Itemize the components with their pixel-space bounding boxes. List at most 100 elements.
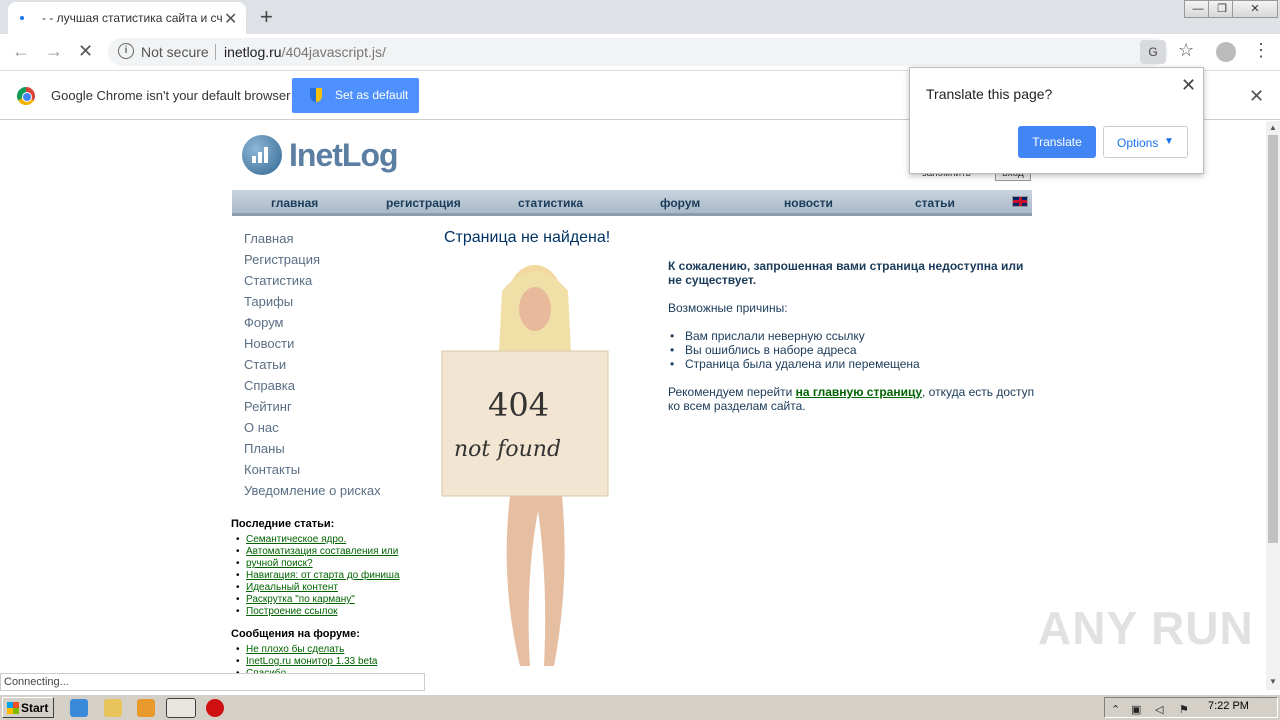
url-path: /404javascript.js/ [281, 44, 386, 60]
sidenav-news[interactable]: Новости [244, 336, 294, 351]
scroll-up-icon[interactable]: ▲ [1269, 123, 1277, 132]
taskbar-clock[interactable]: 7:22 PM [1208, 700, 1249, 712]
article-link[interactable]: Навигация: от старта до финиша [236, 570, 400, 582]
translate-close-icon[interactable]: ✕ [1181, 75, 1196, 96]
article-link[interactable]: Семантическое ядро. [236, 534, 400, 546]
topnav-articles[interactable]: статьи [915, 196, 955, 210]
chrome-taskbar-button[interactable] [166, 698, 196, 718]
close-window-button[interactable]: ✕ [1232, 0, 1278, 18]
address-bar[interactable]: i Not secure inetlog.ru/404javascript.js… [108, 38, 1168, 66]
set-default-label: Set as default [335, 88, 409, 102]
system-tray: ⌃ ▣ ◁ ⚑ [1104, 697, 1278, 718]
tab-close-icon[interactable]: ✕ [224, 9, 237, 29]
recommendation-text: Рекомендуем перейти на главную страницу,… [668, 385, 1038, 413]
topnav-forum[interactable]: форум [660, 196, 700, 210]
reason-item: Страница была удалена или перемещена [668, 357, 920, 371]
translate-button[interactable]: Translate [1018, 126, 1096, 158]
articles-title: Последние статьи: [231, 518, 335, 530]
favicon-icon [20, 16, 24, 20]
reason-item: Вы ошиблись в наборе адреса [668, 343, 857, 357]
article-link[interactable]: Автоматизация составления или [236, 546, 400, 558]
article-link[interactable]: Построение ссылок [236, 606, 400, 618]
article-link[interactable]: ручной поиск? [236, 558, 400, 570]
options-label: Options [1117, 136, 1159, 150]
windows-taskbar: Start ⌃ ▣ ◁ ⚑ 7:22 PM [0, 694, 1280, 720]
sidenav-forum[interactable]: Форум [244, 315, 284, 330]
explorer-icon[interactable] [104, 699, 122, 717]
topnav-news[interactable]: новости [784, 196, 833, 210]
site-logo-text[interactable]: InetLog [289, 137, 399, 174]
sidenav-registration[interactable]: Регистрация [244, 252, 320, 267]
start-label: Start [21, 701, 49, 715]
sidenav-home[interactable]: Главная [244, 231, 293, 246]
image-404-text: 404 [488, 386, 549, 424]
infobar-message: Google Chrome isn't your default browser [51, 88, 291, 103]
reasons-title: Возможные причины: [668, 301, 788, 315]
topnav-stats[interactable]: статистика [518, 196, 583, 210]
tab-title: - - лучшая статистика сайта и сче [42, 11, 222, 25]
forum-link[interactable]: Не плохо бы сделать [236, 644, 377, 656]
translate-popup-title: Translate this page? [926, 86, 1053, 102]
bookmark-star-icon[interactable]: ☆ [1178, 40, 1194, 61]
image-not-found-text: not found [454, 437, 561, 462]
back-icon[interactable]: ← [12, 41, 30, 62]
options-button[interactable]: Options ▼ [1103, 126, 1188, 158]
windows-logo-icon [7, 702, 19, 714]
not-secure-label[interactable]: Not secure [141, 44, 209, 60]
tray-expand-icon[interactable]: ⌃ [1111, 703, 1120, 716]
home-page-link[interactable]: на главную страницу [796, 385, 922, 399]
translate-icon[interactable]: G [1140, 40, 1166, 64]
browser-tab[interactable]: - - лучшая статистика сайта и сче ✕ [8, 2, 246, 34]
scrollbar-thumb[interactable] [1268, 135, 1278, 543]
page-scrollbar[interactable]: ▲ ▼ [1266, 121, 1280, 690]
network-icon[interactable]: ▣ [1131, 703, 1141, 716]
antivirus-icon[interactable] [206, 699, 224, 717]
chevron-down-icon: ▼ [1164, 136, 1174, 147]
tab-strip: - - лучшая статистика сайта и сче ✕ + — … [0, 0, 1280, 34]
sidenav-about[interactable]: О нас [244, 420, 279, 435]
ie-icon[interactable] [70, 699, 88, 717]
sidenav-risk-notice[interactable]: Уведомление о рисках [244, 483, 381, 498]
forum-link[interactable]: InetLog.ru монитор 1.33 beta [236, 656, 377, 668]
reason-item: Вам прислали неверную ссылку [668, 329, 865, 343]
article-link[interactable]: Раскрутка "по карману" [236, 594, 400, 606]
inetlog-logo-icon[interactable] [242, 135, 282, 175]
separator [215, 44, 216, 60]
forum-title: Сообщения на форуме: [231, 628, 360, 640]
new-tab-icon[interactable]: + [260, 4, 273, 30]
topnav-home[interactable]: главная [271, 196, 318, 210]
start-button[interactable]: Start [2, 697, 54, 718]
translate-popup: Translate this page? ✕ Translate Options… [909, 67, 1204, 174]
flag-icon[interactable]: ⚑ [1179, 703, 1189, 716]
page-title: Страница не найдена! [444, 229, 611, 246]
forward-icon[interactable]: → [45, 41, 63, 62]
recommend-before: Рекомендуем перейти [668, 385, 796, 399]
sidenav-plans[interactable]: Планы [244, 441, 285, 456]
anyrun-watermark: ANY RUN [1038, 602, 1254, 654]
not-found-image: 404 not found [441, 265, 609, 666]
stop-icon[interactable]: ✕ [78, 41, 93, 62]
media-player-icon[interactable] [137, 699, 155, 717]
sidenav-contacts[interactable]: Контакты [244, 462, 300, 477]
sidenav-stats[interactable]: Статистика [244, 273, 312, 288]
page-viewport: InetLog запомнить вход главная регистрац… [0, 121, 1266, 690]
info-icon[interactable]: i [118, 43, 134, 59]
volume-icon[interactable]: ◁ [1155, 703, 1163, 716]
sidenav-help[interactable]: Справка [244, 378, 295, 393]
url-text[interactable]: inetlog.ru/404javascript.js/ [224, 44, 386, 60]
status-bubble: Connecting... [0, 673, 425, 691]
article-link[interactable]: Идеальный контент [236, 582, 400, 594]
top-navigation: главная регистрация статистика форум нов… [232, 190, 1032, 216]
sidenav-articles[interactable]: Статьи [244, 357, 286, 372]
set-default-button[interactable]: Set as default [292, 78, 419, 113]
error-message: К сожалению, запрошенная вами страница н… [668, 259, 1024, 287]
english-flag-icon[interactable] [1012, 196, 1028, 207]
infobar-close-icon[interactable]: ✕ [1249, 86, 1264, 107]
topnav-registration[interactable]: регистрация [386, 196, 461, 210]
profile-avatar-icon[interactable] [1216, 42, 1236, 62]
url-host: inetlog.ru [224, 44, 282, 60]
sidenav-tariffs[interactable]: Тарифы [244, 294, 293, 309]
scroll-down-icon[interactable]: ▼ [1269, 677, 1277, 686]
sidenav-rating[interactable]: Рейтинг [244, 399, 292, 414]
menu-icon[interactable]: ⋮ [1252, 40, 1270, 61]
